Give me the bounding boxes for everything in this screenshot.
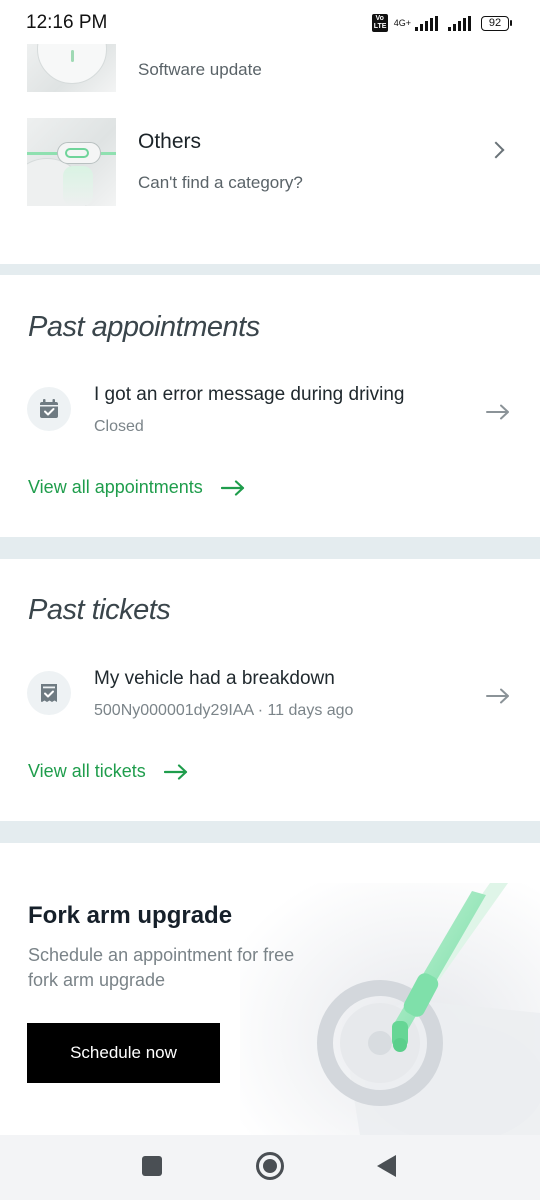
signal-icon-2 [448, 15, 471, 31]
battery-level: 92 [481, 15, 509, 31]
category-title: Others [138, 130, 202, 153]
arrow-right-icon [486, 404, 509, 420]
chevron-right-icon [487, 141, 505, 159]
ticket-item[interactable]: My vehicle had a breakdown 500Ny000001dy… [0, 660, 540, 730]
others-thumbnail [27, 118, 116, 206]
category-item-others[interactable]: Others Can't find a category? [0, 117, 540, 209]
recents-square-icon[interactable] [142, 1156, 162, 1176]
promo-title: Fork arm upgrade [28, 902, 233, 929]
view-all-appointments-link[interactable]: View all appointments [28, 477, 245, 498]
arrow-right-icon [220, 479, 244, 496]
past-tickets-title: Past tickets [28, 594, 171, 626]
signal-icon-1 [415, 15, 438, 31]
category-subtitle: Software update [138, 60, 262, 79]
battery-icon: 92 [481, 15, 512, 31]
calendar-check-icon [27, 387, 71, 431]
schedule-now-button[interactable]: Schedule now [27, 1023, 220, 1083]
appointment-item[interactable]: I got an error message during driving Cl… [0, 376, 540, 446]
receipt-check-icon [27, 671, 71, 715]
software-update-thumbnail [27, 44, 116, 92]
back-triangle-icon[interactable] [377, 1155, 396, 1177]
network-type: 4G+ [393, 17, 411, 28]
past-appointments-title: Past appointments [28, 311, 260, 343]
category-subtitle: Can't find a category? [138, 173, 303, 192]
fork-arm-upgrade-card: Fork arm upgrade Schedule an appointment… [0, 843, 540, 1135]
volte-icon: Vo LTE [371, 14, 388, 32]
system-nav-bar [0, 1135, 540, 1200]
status-bar: 12:16 PM Vo LTE 4G+ 92 [0, 0, 540, 46]
promo-description: Schedule an appointment for free fork ar… [28, 945, 295, 990]
status-time: 12:16 PM [26, 12, 108, 33]
view-all-tickets-link[interactable]: View all tickets [28, 761, 188, 782]
home-circle-icon[interactable] [256, 1152, 284, 1180]
appointment-title: I got an error message during driving [94, 384, 405, 405]
scooter-fork-illustration [240, 883, 540, 1135]
section-divider [0, 821, 540, 843]
category-item-software-update[interactable]: Software update [0, 44, 540, 96]
ticket-meta: 500Ny000001dy29IAA · 11 days ago [94, 702, 354, 719]
appointment-status: Closed [94, 418, 144, 435]
status-icons: Vo LTE 4G+ 92 [371, 14, 512, 32]
section-divider [0, 264, 540, 275]
arrow-right-icon [163, 763, 187, 780]
arrow-right-icon [486, 688, 509, 704]
view-all-tickets-label: View all tickets [28, 761, 146, 781]
ticket-title: My vehicle had a breakdown [94, 668, 335, 689]
view-all-appointments-label: View all appointments [28, 477, 203, 497]
section-divider [0, 537, 540, 559]
